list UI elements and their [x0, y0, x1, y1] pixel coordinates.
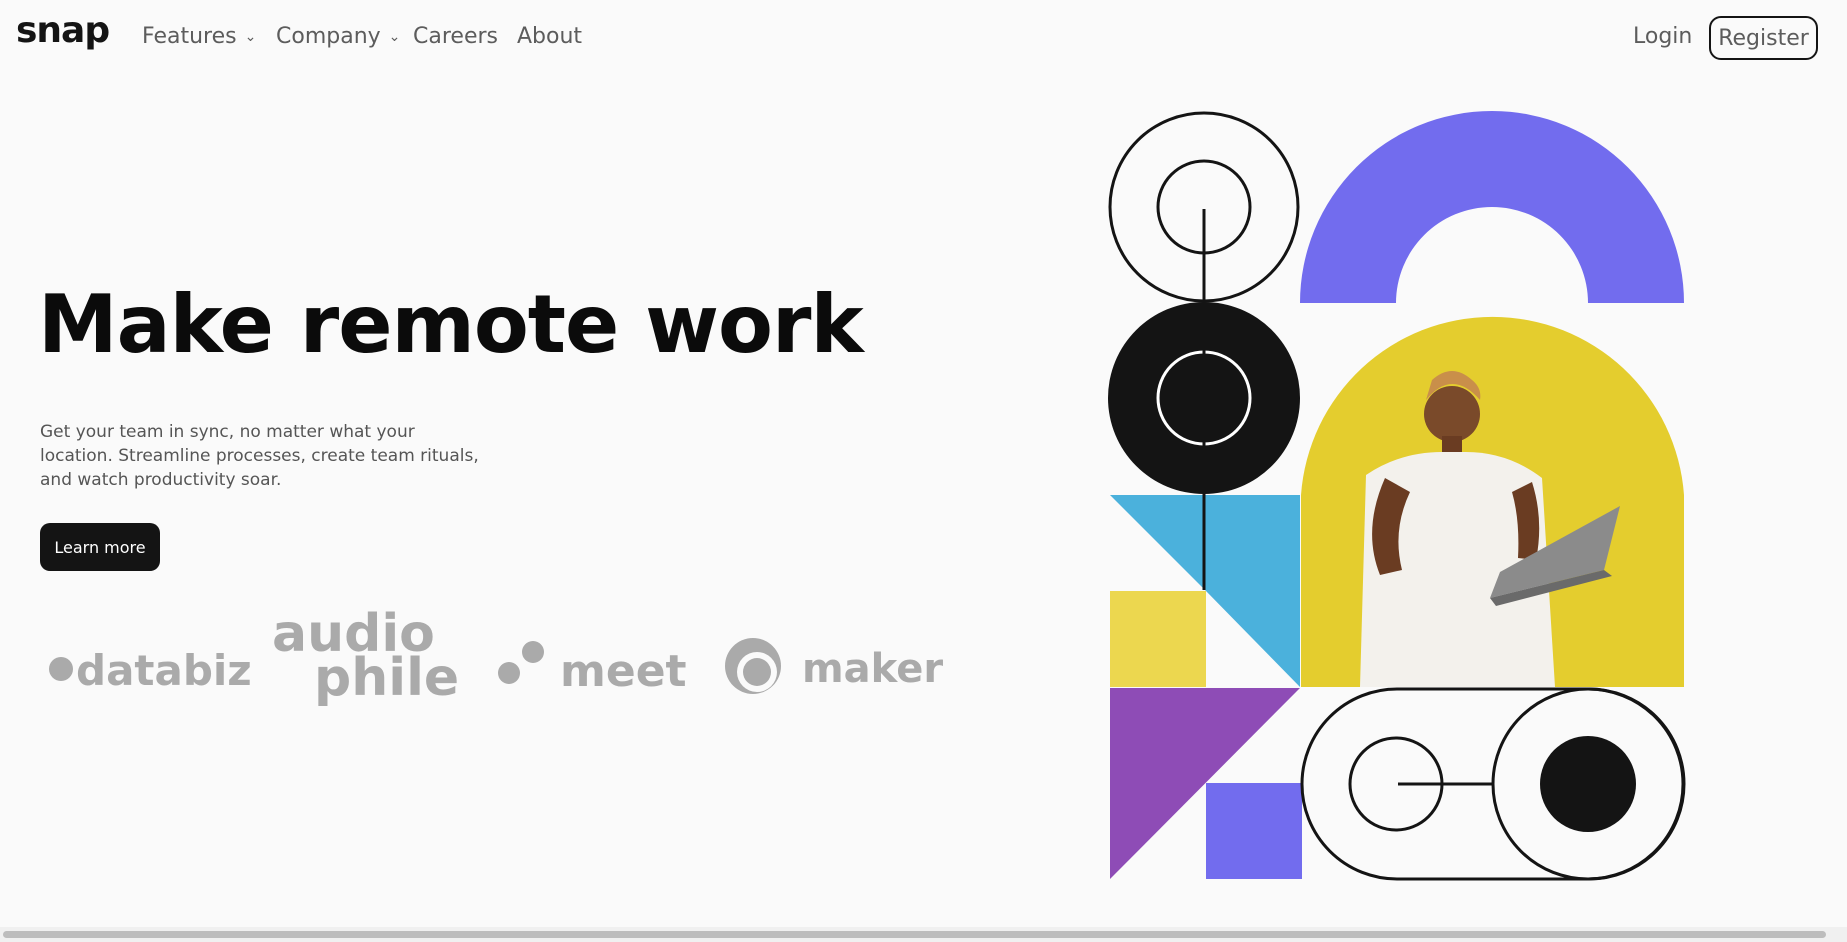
maker-wordmark: maker [802, 646, 944, 692]
hero-description: Get your team in sync, no matter what yo… [40, 422, 479, 490]
maker-circle-icon [725, 638, 781, 694]
databiz-wordmark: databiz [76, 646, 252, 695]
purple-square [1206, 783, 1302, 879]
nav-about[interactable]: About [517, 24, 582, 49]
register-button[interactable]: Register [1709, 16, 1818, 60]
client-logos: databiz audio phile meet maker [40, 608, 944, 730]
hero-illustration [1108, 111, 1686, 881]
nav-company-label: Company [276, 24, 381, 49]
purple-arch [1300, 111, 1684, 303]
blue-triangle-right [1206, 495, 1300, 687]
meet-dots-icon [498, 641, 544, 684]
nav-careers[interactable]: Careers [413, 24, 498, 49]
snap-logo[interactable]: snap [16, 10, 110, 51]
chevron-down-icon: ⌄ [244, 29, 257, 45]
nav-company[interactable]: Company ⌄ [276, 24, 400, 49]
pill-black-dot [1540, 736, 1636, 832]
audiophile-wordmark-bottom: phile [314, 648, 460, 708]
chevron-down-icon: ⌄ [388, 29, 401, 45]
horizontal-scrollbar[interactable] [0, 927, 1847, 942]
yellow-square [1110, 591, 1206, 687]
blue-triangle-left [1110, 495, 1206, 591]
hero-title: Make remote work [38, 278, 864, 371]
scrollbar-thumb[interactable] [3, 931, 1826, 938]
nav-features[interactable]: Features ⌄ [142, 24, 256, 49]
login-link[interactable]: Login [1633, 24, 1692, 49]
meet-wordmark: meet [560, 646, 687, 697]
nav-features-label: Features [142, 24, 237, 49]
learn-more-button[interactable]: Learn more [40, 523, 160, 571]
top-nav: snap Features ⌄ Company ⌄ Careers About Lo… [0, 0, 1847, 76]
databiz-dot-icon [49, 657, 73, 681]
